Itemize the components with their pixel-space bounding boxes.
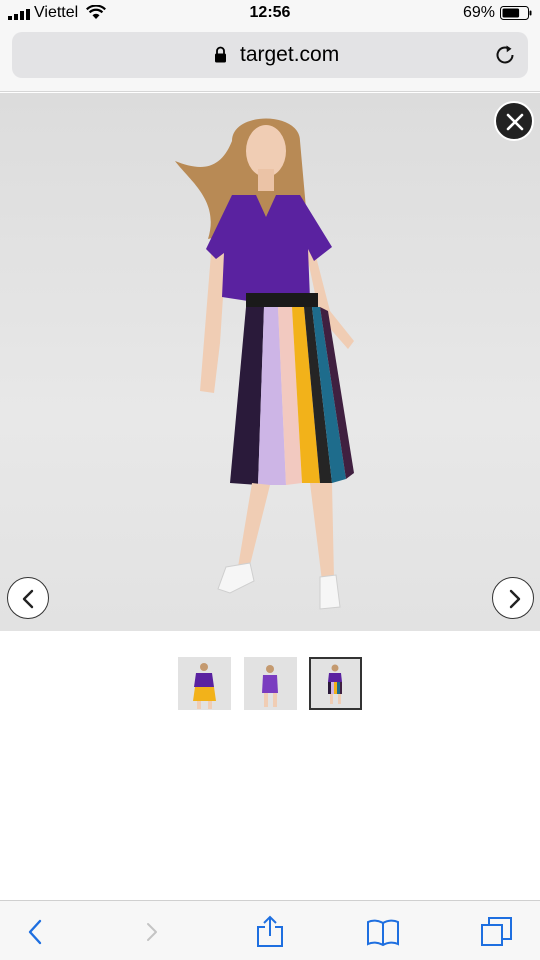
status-bar: Viettel 12:56 69% (0, 0, 540, 28)
bookmarks-button[interactable] (366, 915, 400, 949)
back-icon (28, 919, 42, 945)
share-button[interactable] (253, 915, 287, 949)
thumbnail-image (262, 665, 278, 707)
previous-image-button[interactable] (7, 577, 49, 619)
product-image-viewer[interactable] (0, 93, 540, 631)
reload-icon[interactable] (494, 44, 516, 66)
thumbnail-2[interactable] (244, 657, 297, 710)
address-bar[interactable]: target.com (12, 32, 528, 78)
next-image-button[interactable] (492, 577, 534, 619)
thumbnail-image (328, 664, 342, 704)
forward-icon (147, 923, 157, 941)
tabs-icon (481, 917, 512, 946)
model-photo (175, 118, 354, 610)
browser-toolbar (0, 900, 540, 960)
thumbnail-1[interactable] (178, 657, 231, 710)
close-icon (506, 113, 524, 131)
back-button[interactable] (20, 915, 54, 949)
close-button[interactable] (494, 101, 534, 141)
share-icon (257, 915, 283, 947)
url-text: target.com (240, 43, 340, 66)
tabs-button[interactable] (480, 915, 514, 949)
browser-address-area: target.com (0, 28, 540, 92)
bookmarks-icon (367, 919, 399, 947)
thumbnail-strip (178, 657, 364, 711)
thumbnail-3-selected[interactable] (309, 657, 362, 710)
thumbnail-image (193, 663, 216, 709)
battery-percentage: 69% (462, 4, 495, 21)
chevron-right-icon (509, 589, 521, 609)
chevron-left-icon (22, 589, 34, 609)
battery-icon (500, 6, 532, 20)
lock-icon (215, 46, 226, 63)
clock: 12:56 (249, 4, 291, 21)
forward-button[interactable] (136, 915, 170, 949)
